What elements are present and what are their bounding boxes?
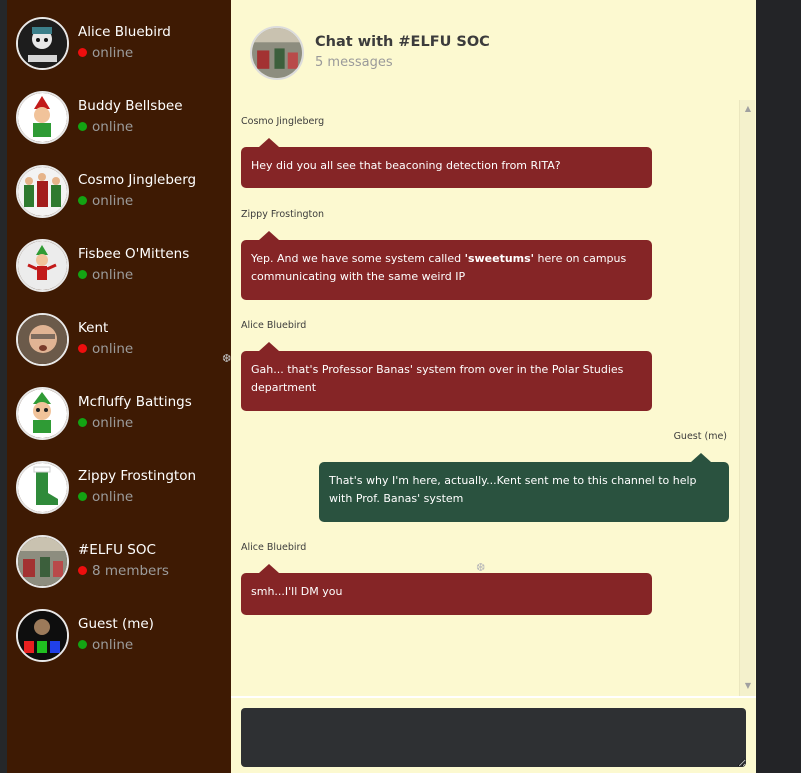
message-text: Hey did you all see that beaconing detec… — [251, 159, 561, 172]
message-text: Gah... that's Professor Banas' system fr… — [251, 363, 624, 394]
elf-avatar-icon — [16, 91, 69, 144]
window-right-edge — [756, 0, 801, 773]
status-dot-icon — [78, 418, 87, 427]
contacts-sidebar: Alice Bluebird online Buddy Bellsbee onl… — [7, 0, 231, 773]
status-dot-icon — [78, 270, 87, 279]
contact-alice-bluebird[interactable]: Alice Bluebird online — [16, 16, 231, 72]
message-sender: Zippy Frostington — [241, 209, 325, 220]
message-sender: Alice Bluebird — [241, 542, 307, 553]
status-dot-icon — [78, 48, 87, 57]
contact-name: Cosmo Jingleberg — [78, 172, 197, 188]
status-text: online — [92, 45, 134, 61]
alice-avatar-icon — [16, 17, 69, 70]
message-bubble: smh...I'll DM you — [241, 564, 652, 615]
status-dot-icon — [78, 566, 87, 575]
status-dot-icon — [78, 196, 87, 205]
hhc-logo-avatar-icon — [16, 609, 69, 662]
contact-name: Zippy Frostington — [78, 468, 197, 484]
status-text: online — [92, 415, 134, 431]
elf-boot-avatar-icon — [16, 461, 69, 514]
message-bubble: Gah... that's Professor Banas' system fr… — [241, 342, 652, 411]
status-text: online — [92, 637, 134, 653]
snowflake-icon: ❆ — [222, 352, 232, 365]
soc-room-avatar-icon — [16, 535, 69, 588]
contact-status: online — [78, 193, 133, 209]
status-dot-icon — [78, 492, 87, 501]
message-sender: Guest (me) — [673, 431, 727, 442]
message-bold-text: 'sweetums' — [464, 252, 535, 265]
contact-cosmo-jingleberg[interactable]: Cosmo Jingleberg online — [16, 164, 231, 220]
snowflake-icon: ❆ — [476, 561, 486, 574]
contact-buddy-bellsbee[interactable]: Buddy Bellsbee online — [16, 90, 231, 146]
contact-elfu-soc[interactable]: #ELFU SOC 8 members — [16, 534, 231, 590]
soc-room-avatar-icon — [250, 26, 304, 80]
message-input[interactable] — [241, 708, 746, 767]
contact-status: online — [78, 637, 133, 653]
contact-fisbee-omittens[interactable]: Fisbee O'Mittens online — [16, 238, 231, 294]
status-text: online — [92, 489, 134, 505]
kent-avatar-icon — [16, 313, 69, 366]
contact-kent[interactable]: Kent online — [16, 312, 231, 368]
contact-name: Buddy Bellsbee — [78, 98, 183, 114]
status-text: online — [92, 193, 134, 209]
scroll-up-arrow-icon[interactable]: ▲ — [743, 104, 753, 114]
contact-name: Alice Bluebird — [78, 24, 171, 40]
contact-zippy-frostington[interactable]: Zippy Frostington online — [16, 460, 231, 516]
scroll-down-arrow-icon[interactable]: ▼ — [743, 681, 753, 691]
status-dot-icon — [78, 122, 87, 131]
message-bubble: That's why I'm here, actually...Kent sen… — [319, 453, 729, 522]
message-list: Cosmo Jingleberg Hey did you all see tha… — [231, 100, 756, 696]
status-text: online — [92, 119, 134, 135]
contact-status: online — [78, 489, 133, 505]
chat-title: Chat with #ELFU SOC — [315, 34, 490, 50]
contact-status: 8 members — [78, 563, 169, 579]
status-text: online — [92, 267, 134, 283]
message-count: 5 messages — [315, 55, 393, 70]
chat-app: Alice Bluebird online Buddy Bellsbee onl… — [0, 0, 801, 773]
status-dot-icon — [78, 344, 87, 353]
message-text: That's why I'm here, actually...Kent sen… — [329, 474, 697, 505]
contact-guest-me[interactable]: Guest (me) online — [16, 608, 231, 664]
contact-mcfluffy-battings[interactable]: Mcfluffy Battings online — [16, 386, 231, 442]
chat-header: Chat with #ELFU SOC 5 messages — [231, 0, 756, 100]
contact-name: Kent — [78, 320, 109, 336]
contact-name: Guest (me) — [78, 616, 154, 632]
window-left-edge — [0, 0, 7, 773]
chat-panel: Chat with #ELFU SOC 5 messages Cosmo Jin… — [231, 0, 756, 773]
message-sender: Alice Bluebird — [241, 320, 307, 331]
contact-name: #ELFU SOC — [78, 542, 156, 558]
contact-name: Mcfluffy Battings — [78, 394, 192, 410]
contact-status: online — [78, 119, 133, 135]
contact-name: Fisbee O'Mittens — [78, 246, 190, 262]
contact-status: online — [78, 45, 133, 61]
message-text: smh...I'll DM you — [251, 585, 343, 598]
message-text: Yep. And we have some system called — [251, 252, 465, 265]
status-text: online — [92, 341, 134, 357]
message-bubble: Yep. And we have some system called 'swe… — [241, 231, 652, 300]
elf-avatar-icon — [16, 239, 69, 292]
contact-status: online — [78, 267, 133, 283]
status-text: 8 members — [92, 563, 169, 579]
message-sender: Cosmo Jingleberg — [241, 116, 325, 127]
contact-status: online — [78, 415, 133, 431]
status-dot-icon — [78, 640, 87, 649]
elf-avatar-icon — [16, 387, 69, 440]
elf-group-avatar-icon — [16, 165, 69, 218]
contact-status: online — [78, 341, 133, 357]
message-bubble: Hey did you all see that beaconing detec… — [241, 138, 652, 188]
composer-area — [231, 696, 756, 773]
scrollbar[interactable]: ▲ ▼ — [739, 100, 755, 696]
